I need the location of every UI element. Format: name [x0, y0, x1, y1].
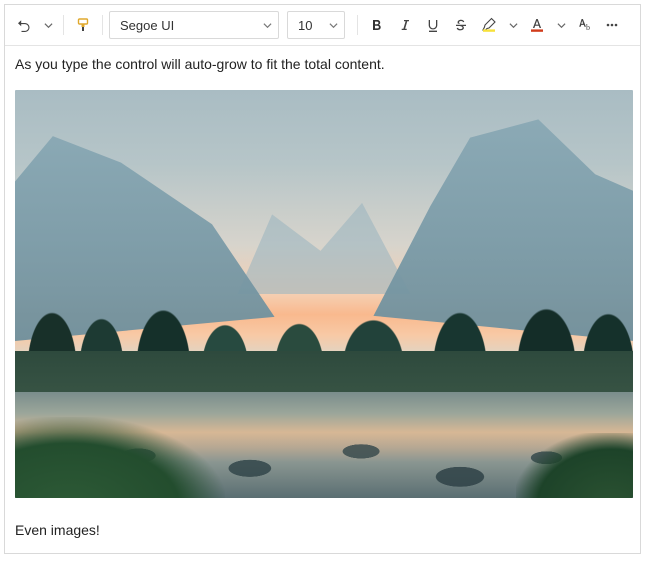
font-size-combo[interactable]: 10	[287, 11, 345, 39]
format-painter-icon	[75, 17, 91, 33]
overflow-button[interactable]	[600, 12, 624, 38]
font-color-icon	[529, 17, 545, 33]
chevron-down-icon	[263, 18, 272, 33]
undo-button[interactable]	[11, 12, 37, 38]
clear-formatting-button[interactable]: b	[572, 12, 598, 38]
font-color-button[interactable]	[524, 12, 550, 38]
undo-icon	[16, 17, 32, 33]
image-grass	[516, 433, 633, 498]
underline-icon	[426, 18, 440, 32]
underline-button[interactable]	[420, 12, 446, 38]
bold-button[interactable]	[364, 12, 390, 38]
italic-button[interactable]	[392, 12, 418, 38]
svg-text:b: b	[586, 23, 590, 32]
separator	[102, 15, 103, 35]
chevron-down-icon	[557, 21, 566, 30]
format-painter-button[interactable]	[70, 12, 96, 38]
strikethrough-icon	[454, 18, 468, 32]
embedded-image[interactable]	[15, 90, 633, 498]
font-family-value: Segoe UI	[120, 18, 174, 33]
bold-icon	[370, 18, 384, 32]
strikethrough-button[interactable]	[448, 12, 474, 38]
highlight-split-button[interactable]	[504, 12, 522, 38]
image-grass	[15, 417, 225, 499]
chevron-down-icon	[509, 21, 518, 30]
more-icon	[604, 17, 620, 33]
chevron-down-icon	[44, 21, 53, 30]
separator	[63, 15, 64, 35]
image-trees	[15, 245, 633, 367]
chevron-down-icon	[329, 18, 338, 33]
font-color-split-button[interactable]	[552, 12, 570, 38]
toolbar: Segoe UI 10	[5, 5, 640, 46]
italic-icon	[398, 18, 412, 32]
font-size-value: 10	[298, 18, 312, 33]
rich-text-editor: Segoe UI 10	[4, 4, 641, 554]
highlight-button[interactable]	[476, 12, 502, 38]
paragraph[interactable]: As you type the control will auto-grow t…	[15, 54, 630, 74]
font-family-combo[interactable]: Segoe UI	[109, 11, 279, 39]
paragraph[interactable]: Even images!	[15, 520, 630, 540]
editor-content-area[interactable]: As you type the control will auto-grow t…	[5, 46, 640, 553]
highlight-icon	[481, 17, 497, 33]
clear-formatting-icon: b	[577, 17, 593, 33]
separator	[357, 15, 358, 35]
undo-split-button[interactable]	[39, 12, 57, 38]
